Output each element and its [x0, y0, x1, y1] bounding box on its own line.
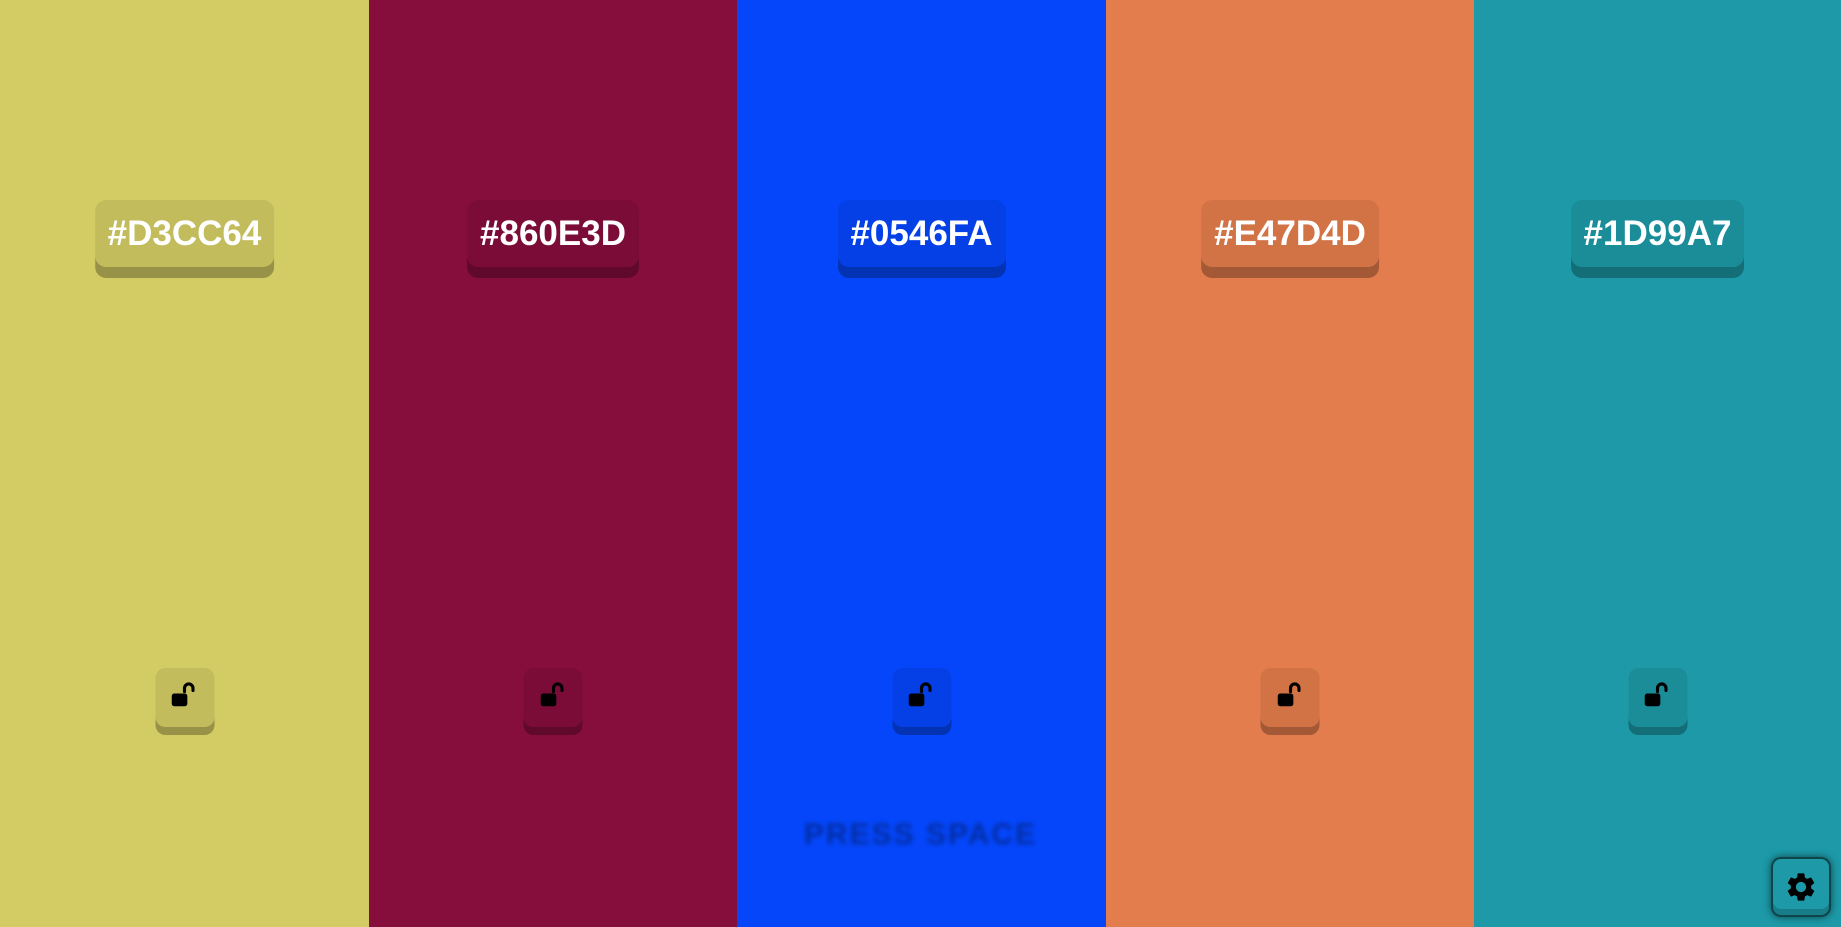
color-column-3[interactable]: #0546FA — [737, 0, 1106, 927]
settings-button[interactable] — [1771, 857, 1831, 917]
lock-toggle-button[interactable] — [155, 668, 214, 735]
lock-toggle-button[interactable] — [1628, 668, 1687, 735]
unlocked-padlock-icon — [1277, 682, 1301, 707]
color-column-1[interactable]: #D3CC64 — [0, 0, 369, 927]
unlocked-padlock-icon — [540, 682, 564, 707]
color-column-5[interactable]: #1D99A7 — [1474, 0, 1841, 927]
lock-toggle-button[interactable] — [1260, 668, 1320, 735]
unlocked-padlock-icon — [908, 682, 932, 707]
color-column-2[interactable]: #860E3D — [369, 0, 737, 927]
unlocked-padlock-icon — [171, 682, 195, 707]
lock-toggle-button[interactable] — [892, 668, 951, 735]
lock-toggle-button[interactable] — [523, 668, 583, 735]
hex-code-button[interactable]: #E47D4D — [1201, 200, 1379, 278]
hex-code-button[interactable]: #860E3D — [467, 200, 639, 278]
unlocked-padlock-icon — [1644, 682, 1668, 707]
color-palette: #D3CC64 #860E3D #0546FA #E47D4D #1D99A7 — [0, 0, 1841, 927]
color-column-4[interactable]: #E47D4D — [1106, 0, 1474, 927]
hex-code-button[interactable]: #1D99A7 — [1570, 200, 1745, 278]
hex-code-button[interactable]: #D3CC64 — [94, 200, 275, 278]
gear-icon — [1787, 873, 1815, 901]
hex-code-button[interactable]: #0546FA — [837, 200, 1006, 278]
